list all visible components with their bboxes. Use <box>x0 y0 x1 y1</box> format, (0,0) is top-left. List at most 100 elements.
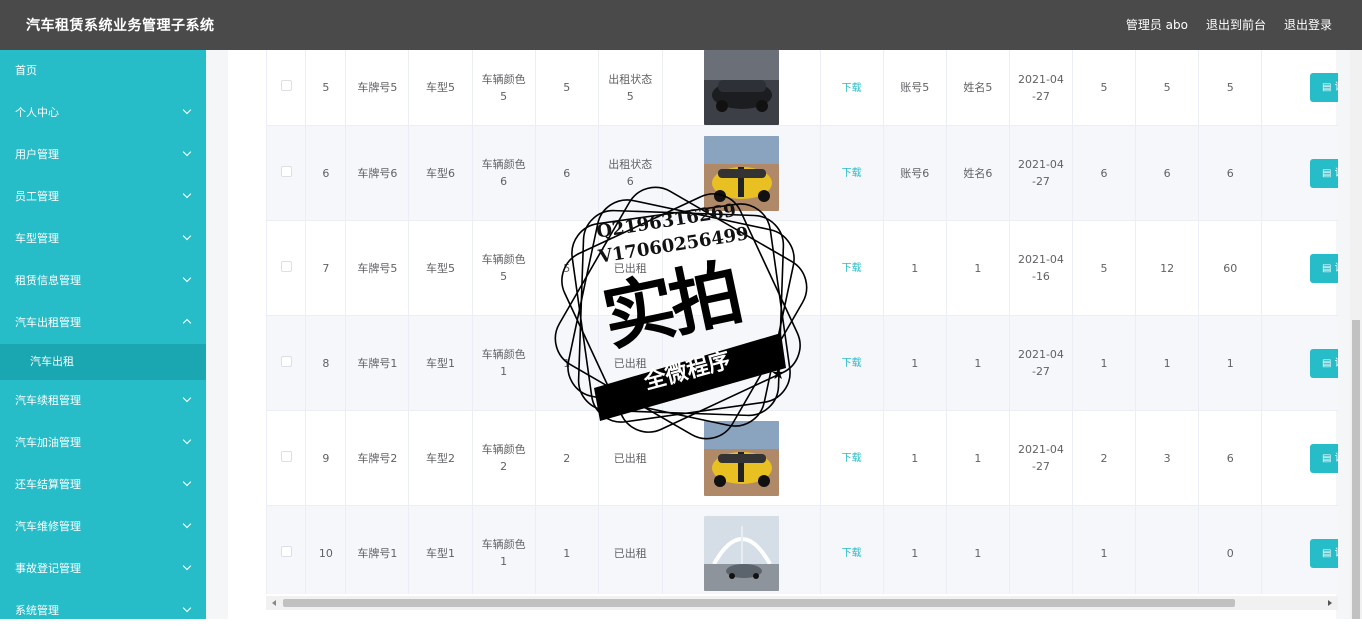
sidebar-item-repair[interactable]: 汽车维修管理 <box>0 506 206 548</box>
cell-date: 2021-04 -27 <box>1009 125 1074 221</box>
cell-name: 1 <box>946 220 1010 316</box>
sidebar-item-users[interactable]: 用户管理 <box>0 134 206 176</box>
cell-account: 账号6 <box>883 125 947 221</box>
sidebar-item-return-settlement[interactable]: 还车结算管理 <box>0 464 206 506</box>
sidebar-item-accident[interactable]: 事故登记管理 <box>0 548 206 590</box>
cell-color: 车辆颜色 1 <box>472 505 536 594</box>
row-checkbox[interactable] <box>280 165 292 177</box>
detail-button[interactable]: ▤ 详情 <box>1310 158 1338 188</box>
cell-c2: 12 <box>1135 220 1200 316</box>
row-checkbox[interactable] <box>280 545 292 557</box>
chevron-down-icon <box>182 393 192 403</box>
exit-to-front-link[interactable]: 退出到前台 <box>1206 16 1266 33</box>
cell-account: 1 <box>883 410 947 506</box>
table-row: 6 车牌号6 车型6 车辆颜色 6 6 出租状态 6 下载 账号6 姓名6 2021-04 -27 6 6 6… <box>267 125 1338 221</box>
cell-date <box>1009 505 1074 594</box>
cell-plate: 车牌号5 <box>345 50 410 126</box>
row-checkbox[interactable] <box>280 260 292 272</box>
row-checkbox[interactable] <box>280 80 292 91</box>
cell-c1: 1 <box>1072 315 1137 411</box>
sidebar-item-home[interactable]: 首页 <box>0 50 206 92</box>
cell-c1: 5 <box>1072 50 1137 126</box>
detail-button[interactable]: ▤ 详情 <box>1310 253 1338 283</box>
cell-qty: 6 <box>535 125 599 221</box>
detail-button[interactable]: ▤ 详情 <box>1310 73 1338 102</box>
sidebar-subitem-car-rental[interactable]: 汽车出租 <box>0 344 206 380</box>
download-link[interactable]: 下载 <box>842 358 862 369</box>
cell-color: 车辆颜色 5 <box>472 50 536 126</box>
sidebar-item-system[interactable]: 系统管理 <box>0 590 206 632</box>
cell-id: 7 <box>305 220 347 316</box>
current-user[interactable]: 管理员 abo <box>1126 16 1188 33</box>
chevron-down-icon <box>182 561 192 571</box>
scrollbar-thumb[interactable] <box>283 599 1235 607</box>
cell-status: 已出租 <box>598 410 663 506</box>
sidebar-item-label: 租赁信息管理 <box>15 274 81 287</box>
cell-c1: 1 <box>1072 505 1137 594</box>
download-link[interactable]: 下载 <box>842 548 862 559</box>
row-checkbox[interactable] <box>280 355 292 367</box>
cell-checkbox <box>267 50 307 126</box>
cell-model: 车型1 <box>408 315 473 411</box>
cell-id: 9 <box>305 410 347 506</box>
scrollbar-thumb[interactable] <box>1352 320 1360 619</box>
cell-c3: 6 <box>1198 125 1263 221</box>
cell-c2: 3 <box>1135 410 1200 506</box>
cell-status: 出租状态 6 <box>598 125 663 221</box>
sidebar-item-label: 汽车加油管理 <box>15 436 81 449</box>
cell-actions: ▤ 详情✎ 修改 <box>1261 50 1338 126</box>
table-row: 8车牌号1车型1车辆颜色11已出租下载112021-04-27111▤ 详情✎ … <box>267 315 1338 411</box>
sidebar-item-car-rental[interactable]: 汽车出租管理 <box>0 302 206 344</box>
download-link[interactable]: 下载 <box>842 263 862 274</box>
cell-actions: ▤ 详情✎ 修改 <box>1261 410 1338 506</box>
horizontal-scrollbar[interactable] <box>266 596 1338 610</box>
sidebar-item-staff[interactable]: 员工管理 <box>0 176 206 218</box>
cell-model: 车型5 <box>408 220 473 316</box>
data-table: 5 车牌号5 车型5 车辆颜色 5 5 出租状态 5 下载 账号5 姓名5 2021-04 -27 5 5 5… <box>266 50 1338 594</box>
top-bar: 汽车租赁系统业务管理子系统 管理员 abo 退出到前台 退出登录 <box>0 0 1362 50</box>
detail-button[interactable]: ▤ 详情 <box>1310 538 1338 568</box>
sidebar-item-rental-info[interactable]: 租赁信息管理 <box>0 260 206 302</box>
chevron-down-icon <box>182 603 192 613</box>
cell-date: 2021-04 -16 <box>1009 220 1074 316</box>
cell-file: 下载 <box>820 125 884 221</box>
scroll-right-icon[interactable] <box>1328 600 1332 606</box>
cell-image <box>662 505 821 594</box>
cell-color: 车辆颜色 1 <box>472 315 536 411</box>
cell-file: 下载 <box>820 505 884 594</box>
cell-qty: 5 <box>535 50 599 126</box>
download-link[interactable]: 下载 <box>842 453 862 464</box>
download-link[interactable]: 下载 <box>842 168 862 179</box>
app-title: 汽车租赁系统业务管理子系统 <box>26 18 215 34</box>
row-checkbox[interactable] <box>280 450 292 462</box>
cell-image <box>662 50 821 126</box>
sidebar-item-personal-center[interactable]: 个人中心 <box>0 92 206 134</box>
cell-name: 1 <box>946 410 1010 506</box>
scroll-left-icon[interactable] <box>272 600 276 606</box>
chevron-down-icon <box>182 105 192 115</box>
sidebar-item-label: 还车结算管理 <box>15 478 81 491</box>
sidebar-item-refuel[interactable]: 汽车加油管理 <box>0 422 206 464</box>
cell-qty: 5 <box>535 220 599 316</box>
detail-button[interactable]: ▤ 详情 <box>1310 348 1338 378</box>
cell-id: 8 <box>305 315 347 411</box>
cell-c2: 6 <box>1135 125 1200 221</box>
logout-link[interactable]: 退出登录 <box>1284 16 1332 33</box>
cell-c1: 6 <box>1072 125 1137 221</box>
cell-c3: 6 <box>1198 410 1263 506</box>
cell-account: 1 <box>883 315 947 411</box>
cell-actions: ▤ 详情✎ 修改 <box>1261 220 1338 316</box>
cell-file: 下载 <box>820 50 884 126</box>
vertical-scrollbar[interactable] <box>1350 50 1362 619</box>
sidebar-item-renewal[interactable]: 汽车续租管理 <box>0 380 206 422</box>
download-link[interactable]: 下载 <box>842 83 862 94</box>
table-row: 10车牌号1车型1车辆颜色11已出租下载1110▤ 详情✎ 修改 <box>267 505 1338 594</box>
cell-model: 车型1 <box>408 505 473 594</box>
cell-checkbox <box>267 220 307 316</box>
sidebar-item-label: 首页 <box>15 64 37 77</box>
sidebar-item-car-models[interactable]: 车型管理 <box>0 218 206 260</box>
cell-name: 姓名6 <box>946 125 1010 221</box>
detail-button[interactable]: ▤ 详情 <box>1310 443 1338 473</box>
cell-status: 出租状态 5 <box>598 50 663 126</box>
table-panel: 5 车牌号5 车型5 车辆颜色 5 5 出租状态 5 下载 账号5 姓名5 2021-04 -27 5 5 5… <box>228 50 1338 619</box>
